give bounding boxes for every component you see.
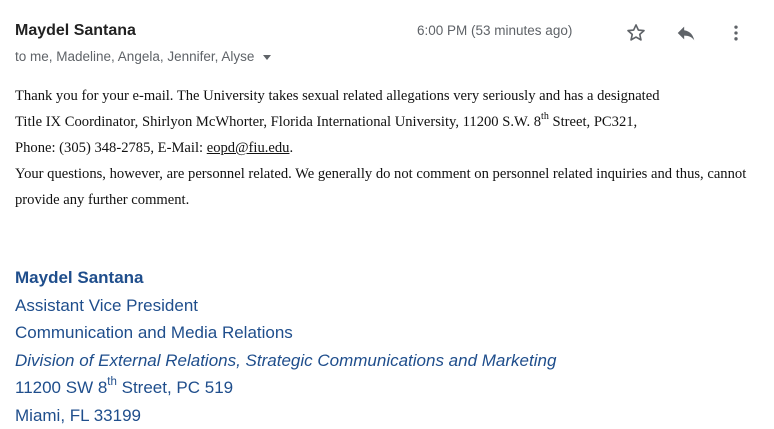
sender-name[interactable]: Maydel Santana — [15, 22, 136, 40]
message-body: Thank you for your e-mail. The Universit… — [15, 83, 765, 213]
signature-department: Communication and Media Relations — [15, 319, 556, 347]
body-line-3-end: . — [289, 140, 293, 156]
email-link[interactable]: eopd@fiu.edu — [207, 140, 290, 156]
signature-address: 11200 SW 8th Street, PC 519 — [15, 374, 556, 402]
message-header: Maydel Santana to me, Madeline, Angela, … — [15, 18, 774, 70]
star-button[interactable] — [623, 20, 649, 46]
body-line-3: Phone: (305) 348-2785, E-Mail: — [15, 140, 207, 156]
star-outline-icon — [625, 22, 647, 44]
message-timestamp: 6:00 PM (53 minutes ago) — [417, 23, 572, 38]
body-paragraph-2: Your questions, however, are personnel r… — [15, 161, 765, 213]
signature-address-end: Street, PC 519 — [117, 378, 233, 397]
body-line-2-end: Street, PC321, — [549, 114, 637, 130]
signature-division: Division of External Relations, Strategi… — [15, 347, 556, 375]
chevron-down-icon[interactable] — [263, 55, 271, 60]
signature-address-start: 11200 SW 8 — [15, 378, 107, 397]
body-paragraph-1: Thank you for your e-mail. The Universit… — [15, 83, 765, 161]
reply-icon — [675, 22, 697, 44]
recipients-text: to me, Madeline, Angela, Jennifer, Alyse — [15, 49, 254, 64]
signature-superscript-th: th — [107, 376, 117, 388]
reply-button[interactable] — [673, 20, 699, 46]
email-signature: Maydel Santana Assistant Vice President … — [15, 264, 556, 429]
recipients-line[interactable]: to me, Madeline, Angela, Jennifer, Alyse — [15, 49, 271, 64]
more-vertical-icon — [726, 22, 746, 44]
body-line-1: Thank you for your e-mail. The Universit… — [15, 88, 660, 104]
signature-city: Miami, FL 33199 — [15, 402, 556, 429]
more-options-button[interactable] — [723, 20, 749, 46]
superscript-th: th — [541, 111, 549, 122]
body-line-2: Title IX Coordinator, Shirlyon McWhorter… — [15, 114, 541, 130]
signature-name: Maydel Santana — [15, 264, 556, 292]
signature-title: Assistant Vice President — [15, 292, 556, 320]
